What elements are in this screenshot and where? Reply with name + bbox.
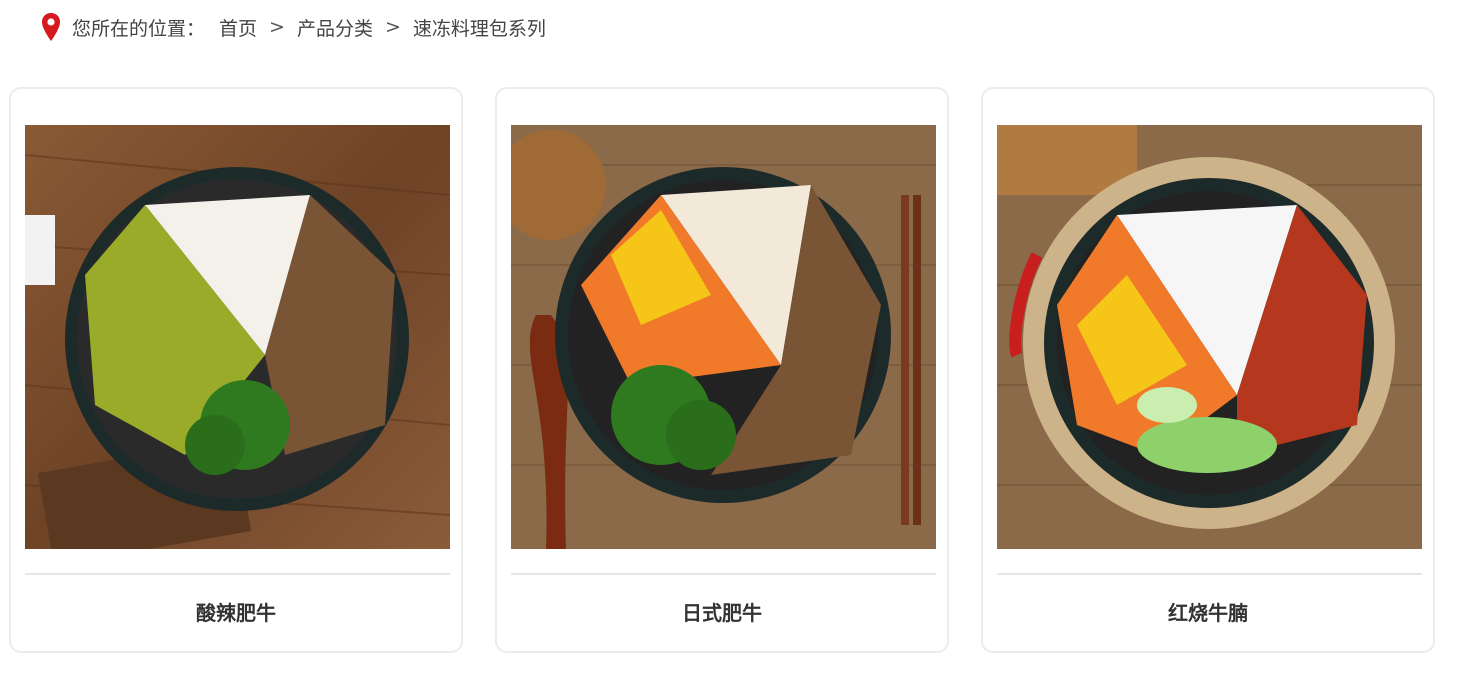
location-pin-icon	[40, 11, 62, 43]
product-image[interactable]	[25, 125, 450, 549]
card-divider	[511, 573, 936, 575]
product-title[interactable]: 红烧牛腩	[983, 597, 1433, 626]
breadcrumb-separator: >	[269, 16, 285, 38]
product-title[interactable]: 日式肥牛	[497, 597, 947, 626]
product-grid: 酸辣肥牛 日式肥牛 红烧牛腩	[9, 87, 1435, 653]
card-divider	[997, 573, 1422, 575]
breadcrumb-category-link[interactable]: 产品分类	[297, 14, 373, 41]
product-image[interactable]	[511, 125, 936, 549]
breadcrumb: 您所在的位置： 首页 > 产品分类 > 速冻料理包系列	[40, 8, 546, 46]
breadcrumb-home-link[interactable]: 首页	[219, 14, 257, 41]
card-divider	[25, 573, 450, 575]
breadcrumb-separator: >	[384, 16, 401, 38]
breadcrumb-current-link[interactable]: 速冻料理包系列	[413, 14, 546, 41]
product-card[interactable]: 酸辣肥牛	[9, 87, 463, 653]
product-card[interactable]: 红烧牛腩	[981, 87, 1435, 653]
product-image[interactable]	[997, 125, 1422, 549]
breadcrumb-prefix: 您所在的位置：	[72, 17, 206, 40]
product-title[interactable]: 酸辣肥牛	[11, 597, 461, 626]
product-card[interactable]: 日式肥牛	[495, 87, 949, 653]
